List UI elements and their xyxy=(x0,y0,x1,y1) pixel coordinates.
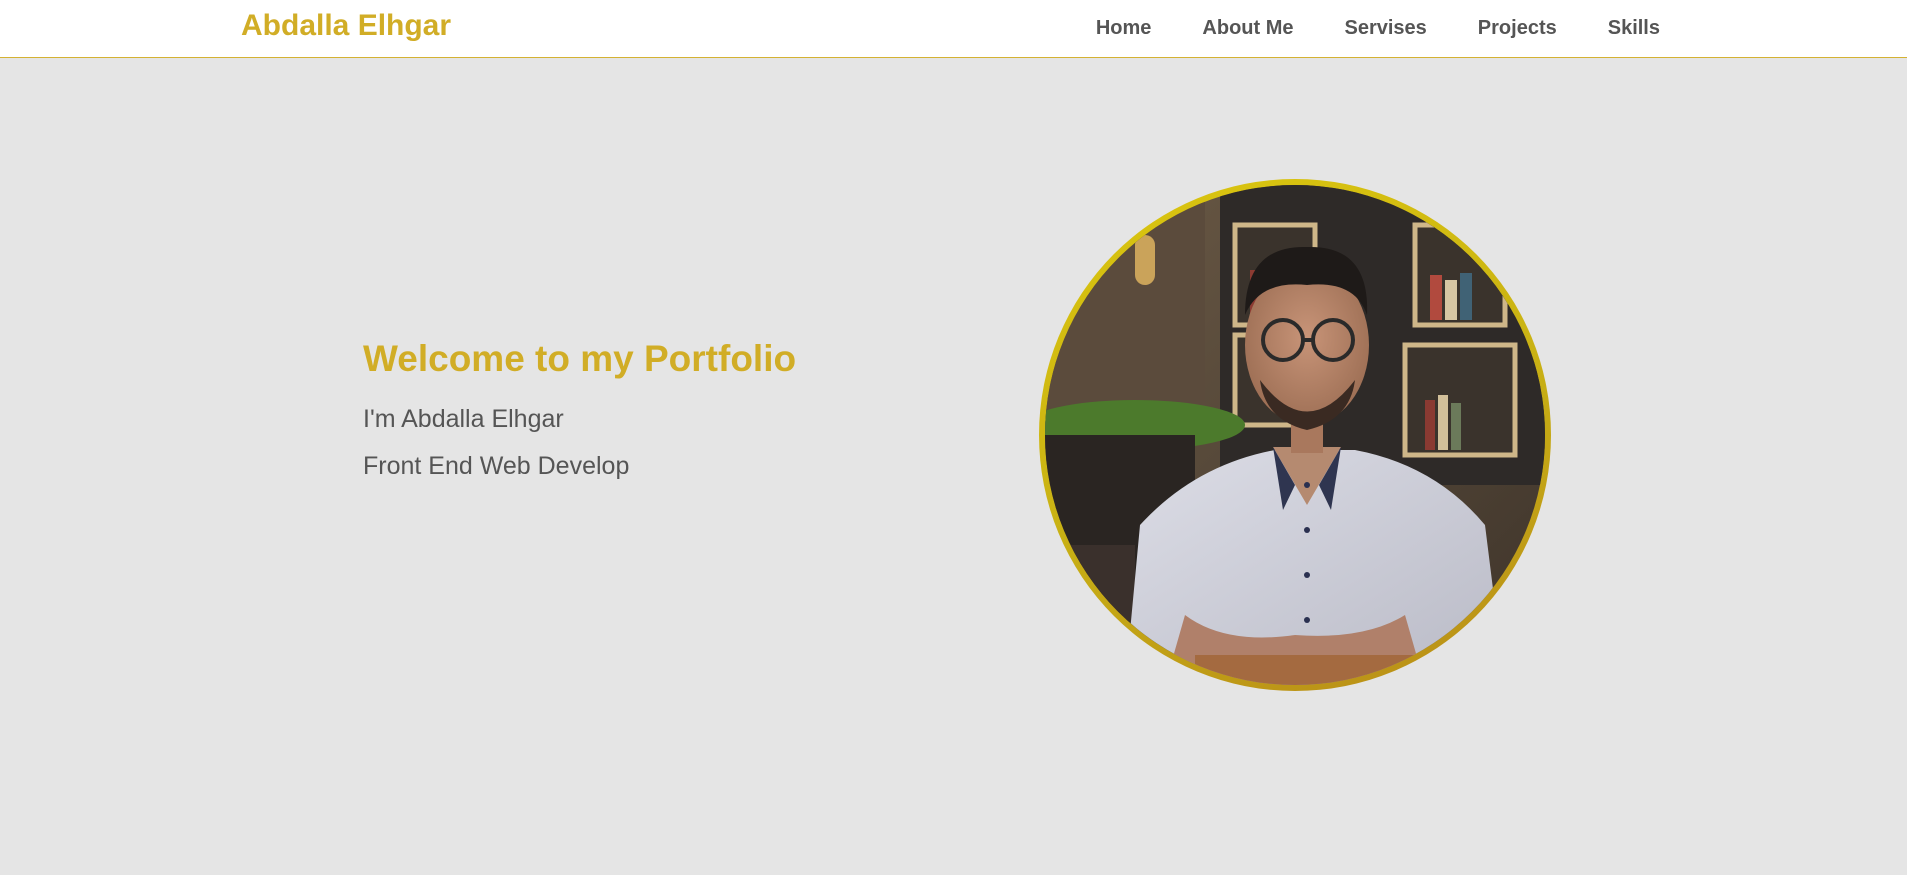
profile-photo-frame xyxy=(1039,179,1551,691)
hero-section: Welcome to my Portfolio I'm Abdalla Elhg… xyxy=(363,338,796,481)
nav-link-services[interactable]: Servises xyxy=(1345,17,1427,40)
nav-link-about-me[interactable]: About Me xyxy=(1202,17,1293,40)
nav-link-projects[interactable]: Projects xyxy=(1478,17,1557,40)
nav-link-skills[interactable]: Skills xyxy=(1608,17,1660,40)
hero-name-line: I'm Abdalla Elhgar xyxy=(363,405,564,433)
hero-role-line: Front End Web Develop xyxy=(363,452,630,480)
site-logo[interactable]: Abdalla Elhgar xyxy=(241,9,451,43)
hero-title: Welcome to my Portfolio xyxy=(363,338,797,379)
site-header: Abdalla Elhgar Home About Me Servises Pr… xyxy=(0,0,1907,58)
profile-photo xyxy=(1045,185,1545,685)
nav-link-home[interactable]: Home xyxy=(1096,17,1152,40)
main-nav: Home About Me Servises Projects Skills xyxy=(1096,0,1660,57)
